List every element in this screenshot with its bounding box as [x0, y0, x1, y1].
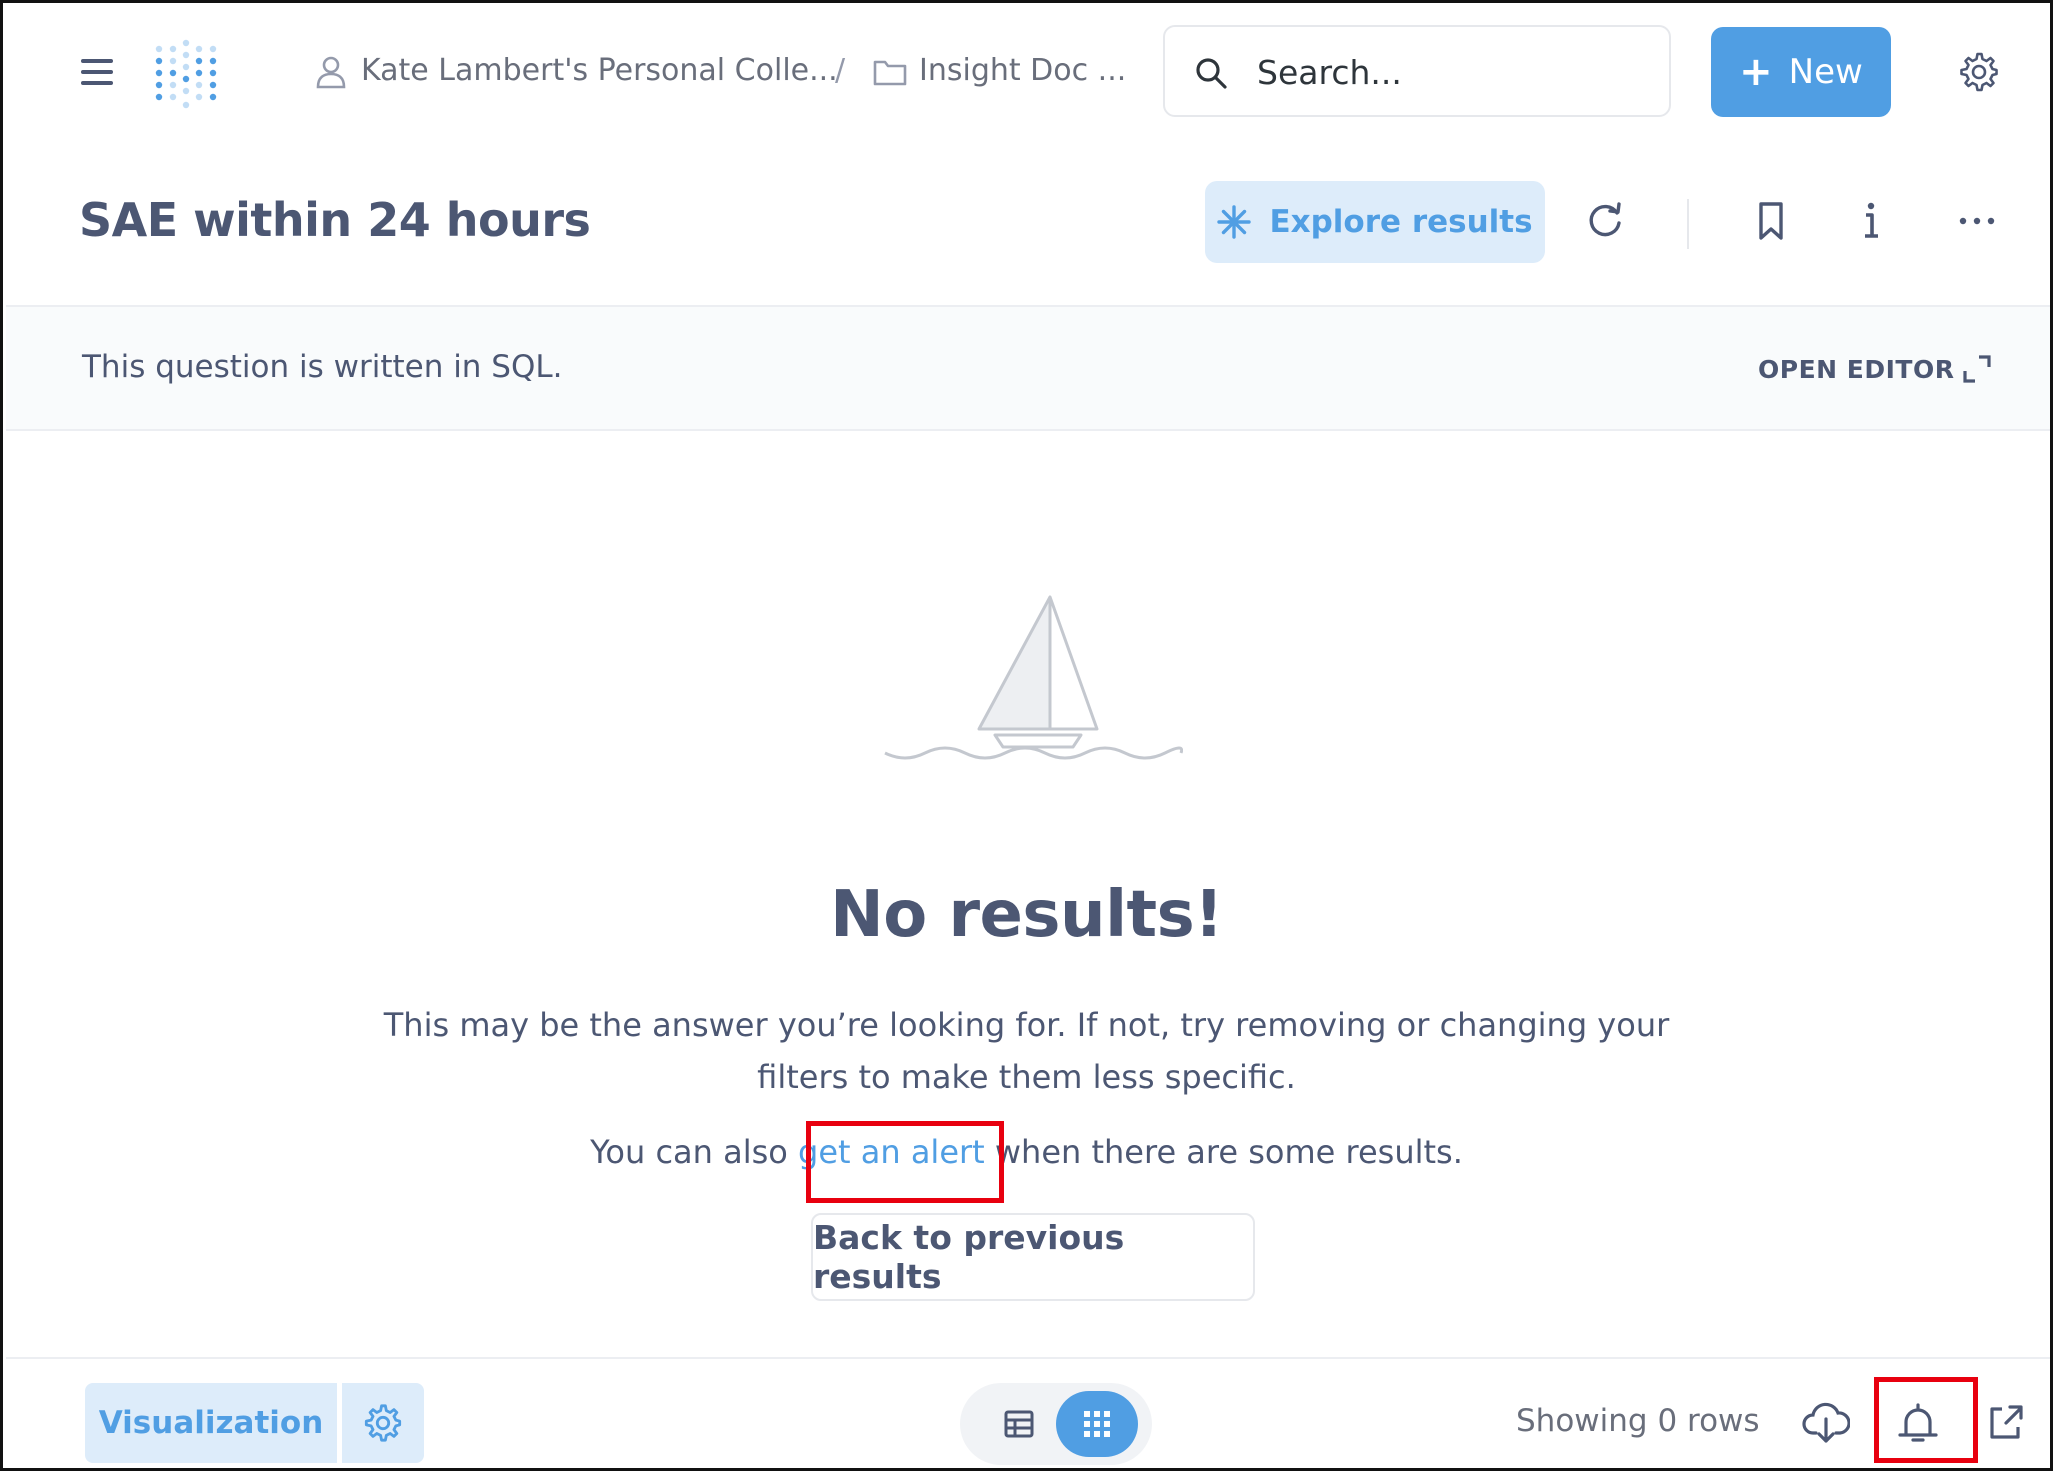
visualization-settings-button[interactable]	[342, 1383, 424, 1463]
breadcrumb-collection[interactable]: Kate Lambert's Personal Colle...	[361, 53, 838, 88]
bookmark-icon[interactable]	[1749, 199, 1793, 243]
breadcrumb-separator: /	[835, 53, 846, 88]
bell-icon[interactable]	[1894, 1401, 1942, 1445]
header-divider	[1687, 199, 1689, 249]
explore-results-button[interactable]: Explore results	[1205, 181, 1545, 263]
folder-icon	[873, 60, 907, 86]
sparkle-icon	[1217, 205, 1252, 239]
empty-state-description: This may be the answer you’re looking fo…	[3, 999, 2050, 1103]
alert-suggestion-suffix: when there are some results.	[984, 1133, 1463, 1171]
search-icon	[1196, 58, 1227, 89]
expand-icon[interactable]	[1961, 353, 1993, 385]
refresh-icon[interactable]	[1583, 199, 1627, 243]
app-frame: Kate Lambert's Personal Colle... / Insig…	[0, 0, 2053, 1471]
top-nav: Kate Lambert's Personal Colle... / Insig…	[3, 3, 2050, 143]
plus-icon: +	[1739, 49, 1773, 95]
open-editor-button[interactable]: OPEN EDITOR	[1758, 355, 1954, 384]
alert-suggestion-prefix: You can also	[590, 1133, 799, 1171]
gear-icon[interactable]	[1958, 51, 2000, 93]
question-title[interactable]: SAE within 24 hours	[79, 193, 591, 247]
empty-state-description-line: This may be the answer you’re looking fo…	[383, 1006, 1670, 1044]
search-box[interactable]	[1163, 25, 1671, 117]
download-icon[interactable]	[1802, 1401, 1850, 1445]
table-icon	[1004, 1410, 1034, 1438]
chart-view-toggle[interactable]	[1056, 1391, 1138, 1457]
breadcrumb-folder[interactable]: Insight Doc ...	[919, 53, 1126, 88]
gear-icon	[364, 1404, 402, 1442]
ellipsis-icon[interactable]	[1955, 199, 1999, 243]
alert-suggestion: You can also get an alert when there are…	[3, 1133, 2050, 1171]
view-mode-toggle	[960, 1383, 1152, 1465]
grid-icon	[1084, 1411, 1110, 1437]
explore-results-label: Explore results	[1269, 204, 1533, 240]
person-icon	[316, 56, 346, 89]
share-icon[interactable]	[1986, 1401, 2026, 1445]
back-to-previous-results-button[interactable]: Back to previous results	[811, 1213, 1255, 1301]
new-button[interactable]: + New	[1711, 27, 1891, 117]
footer-bar: Visualization Showing 0 rows	[6, 1357, 2050, 1468]
empty-state-heading: No results!	[830, 878, 1223, 952]
info-icon[interactable]	[1849, 199, 1893, 243]
sql-notice-text: This question is written in SQL.	[82, 349, 563, 385]
sql-notice-bar: This question is written in SQL. OPEN ED…	[6, 305, 2050, 431]
sailboat-illustration	[884, 595, 1183, 760]
empty-state-description-line: filters to make them less specific.	[757, 1058, 1296, 1096]
get-alert-link[interactable]: get an alert	[798, 1133, 985, 1171]
visualization-button[interactable]: Visualization	[85, 1383, 337, 1463]
row-count: Showing 0 rows	[1516, 1403, 1760, 1439]
new-button-label: New	[1788, 52, 1863, 92]
search-input[interactable]	[1257, 49, 1647, 95]
metabase-logo[interactable]	[153, 39, 219, 113]
menu-icon[interactable]	[81, 59, 113, 85]
table-view-toggle[interactable]	[978, 1395, 1060, 1453]
